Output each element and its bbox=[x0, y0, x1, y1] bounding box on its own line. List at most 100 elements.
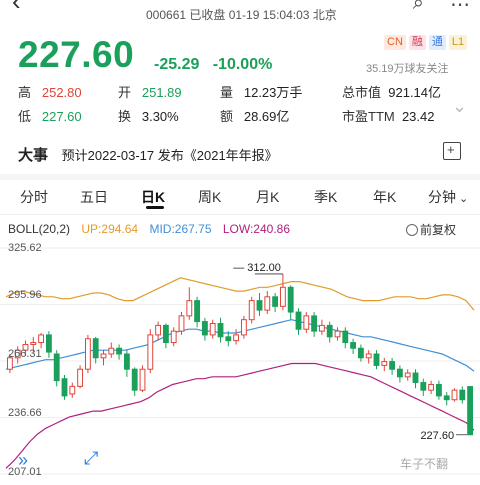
high-value: 252.80 bbox=[41, 85, 82, 100]
pe-label: 市盈TTM bbox=[342, 109, 395, 124]
top-bar: ‹ 000661 已收盘 01-19 15:04:03 北京 ⌕ ⋯ bbox=[0, 0, 480, 28]
candle-down bbox=[396, 368, 403, 378]
amount-label: 额 bbox=[220, 109, 234, 124]
y-tick-label: 266.31 bbox=[8, 348, 42, 360]
boll-name: BOLL(20,2) bbox=[8, 222, 71, 236]
open-label: 开 bbox=[118, 85, 132, 100]
candle-down bbox=[61, 378, 68, 397]
badge-connect[interactable]: 通 bbox=[428, 35, 446, 50]
candle-up bbox=[170, 330, 177, 344]
candle-down bbox=[420, 382, 427, 391]
rewind-icon[interactable]: » bbox=[18, 450, 28, 471]
candle-down bbox=[467, 386, 474, 436]
candle-up bbox=[279, 286, 286, 307]
kline-svg: — 312.00 227.60 bbox=[0, 247, 480, 475]
candle-down bbox=[373, 353, 380, 366]
candle-up bbox=[30, 342, 37, 345]
badge-margin[interactable]: 融 bbox=[408, 35, 426, 50]
boll-mid: MID:267.75 bbox=[149, 222, 212, 236]
candle-down bbox=[217, 322, 224, 338]
candle-up bbox=[365, 353, 372, 359]
tab-monthly-k[interactable]: 月K bbox=[256, 187, 279, 207]
candle-down bbox=[443, 395, 450, 401]
candle-down bbox=[131, 368, 138, 391]
candle-down bbox=[357, 347, 364, 359]
candle-up bbox=[77, 368, 84, 387]
open-value: 251.89 bbox=[141, 85, 182, 100]
candle-up bbox=[84, 338, 91, 370]
pe-value: 23.42 bbox=[401, 109, 435, 124]
candle-down bbox=[92, 338, 99, 359]
candle-up bbox=[318, 324, 325, 332]
candle-down bbox=[459, 389, 466, 401]
tab-daily-k[interactable]: 日K bbox=[141, 187, 165, 207]
y-tick-label: 295.96 bbox=[8, 289, 42, 301]
expand-chevron-icon[interactable]: ⌄ bbox=[452, 96, 467, 117]
low-label: 低 bbox=[18, 109, 32, 124]
candle-down bbox=[256, 300, 263, 311]
boll-mid-line bbox=[5, 319, 475, 372]
kline-chart[interactable]: — 312.00 227.60 325.62 295.96 266.31 236.… bbox=[0, 236, 480, 480]
y-tick-label: 325.62 bbox=[8, 242, 42, 254]
calendar-add-icon[interactable] bbox=[443, 142, 461, 160]
back-arrow-icon[interactable]: ‹ bbox=[12, 0, 21, 17]
candle-up bbox=[428, 383, 435, 391]
badge-level[interactable]: L1 bbox=[448, 35, 468, 50]
candle-up bbox=[451, 389, 458, 401]
candle-down bbox=[201, 321, 208, 336]
events-text: 预计2022-03-17 发布《2021年年报》 bbox=[61, 148, 278, 163]
boll-legend[interactable]: BOLL(20,2) UP:294.64 MID:267.75 LOW:240.… bbox=[8, 222, 298, 236]
low-value: 227.60 bbox=[41, 109, 82, 124]
candle-up bbox=[108, 347, 115, 355]
candle-up bbox=[100, 353, 107, 359]
candle-up bbox=[303, 315, 310, 330]
price-change: -25.29 -10.00% bbox=[154, 56, 272, 74]
fullscreen-icon[interactable]: ⤢ bbox=[84, 448, 98, 469]
more-icon[interactable]: ⋯ bbox=[450, 0, 470, 17]
candle-up bbox=[139, 368, 146, 391]
tab-yearly-k[interactable]: 年K bbox=[373, 187, 396, 207]
events-row[interactable]: 大事 预计2022-03-17 发布《2021年年报》 bbox=[18, 144, 278, 165]
candle-down bbox=[389, 361, 396, 370]
boll-upper-line bbox=[5, 277, 475, 311]
tab-separator bbox=[0, 214, 480, 215]
candle-down bbox=[350, 342, 357, 349]
settings-icon[interactable] bbox=[406, 224, 418, 236]
candle-down bbox=[123, 353, 130, 370]
turnover-label: 换 bbox=[118, 109, 132, 124]
tab-weekly-k[interactable]: 周K bbox=[198, 187, 221, 207]
watermark: 车子不翻 bbox=[400, 457, 449, 471]
badge-cn[interactable]: CN bbox=[384, 35, 406, 50]
search-icon[interactable]: ⌕ bbox=[413, 0, 424, 17]
dropdown-chevron-icon: ⌄ bbox=[456, 193, 469, 205]
candle-down bbox=[412, 372, 419, 384]
candle-up bbox=[69, 385, 76, 395]
candle-up bbox=[155, 324, 162, 336]
candle-up bbox=[178, 315, 185, 332]
candle-down bbox=[435, 383, 442, 397]
followers-count[interactable]: 35.19万球友关注 bbox=[366, 60, 449, 76]
candle-up bbox=[381, 361, 388, 366]
tab-intraday[interactable]: 分时 bbox=[20, 187, 48, 207]
mktcap-label: 总市值 bbox=[342, 85, 382, 100]
change-percent: -10.00% bbox=[212, 56, 273, 73]
candle-down bbox=[45, 334, 52, 353]
active-tab-indicator bbox=[146, 206, 164, 209]
candle-down bbox=[53, 353, 60, 382]
change-value: -25.29 bbox=[154, 56, 200, 73]
candle-up bbox=[404, 372, 411, 378]
volume-label: 量 bbox=[220, 85, 234, 100]
tab-minute[interactable]: 分钟 ⌄ bbox=[428, 187, 468, 207]
candle-up bbox=[209, 322, 216, 336]
candle-down bbox=[287, 286, 294, 313]
candle-up bbox=[248, 300, 255, 321]
stock-badges: CN 融 通 L1 bbox=[384, 35, 468, 50]
tab-quarterly-k[interactable]: 季K bbox=[314, 187, 337, 207]
events-title: 大事 bbox=[18, 147, 49, 164]
candle-up bbox=[233, 334, 240, 342]
candle-down bbox=[295, 311, 302, 330]
section-divider bbox=[0, 174, 480, 180]
candle-up bbox=[147, 334, 154, 370]
tab-5day[interactable]: 五日 bbox=[80, 187, 108, 207]
last-price: 227.60 bbox=[18, 34, 135, 75]
